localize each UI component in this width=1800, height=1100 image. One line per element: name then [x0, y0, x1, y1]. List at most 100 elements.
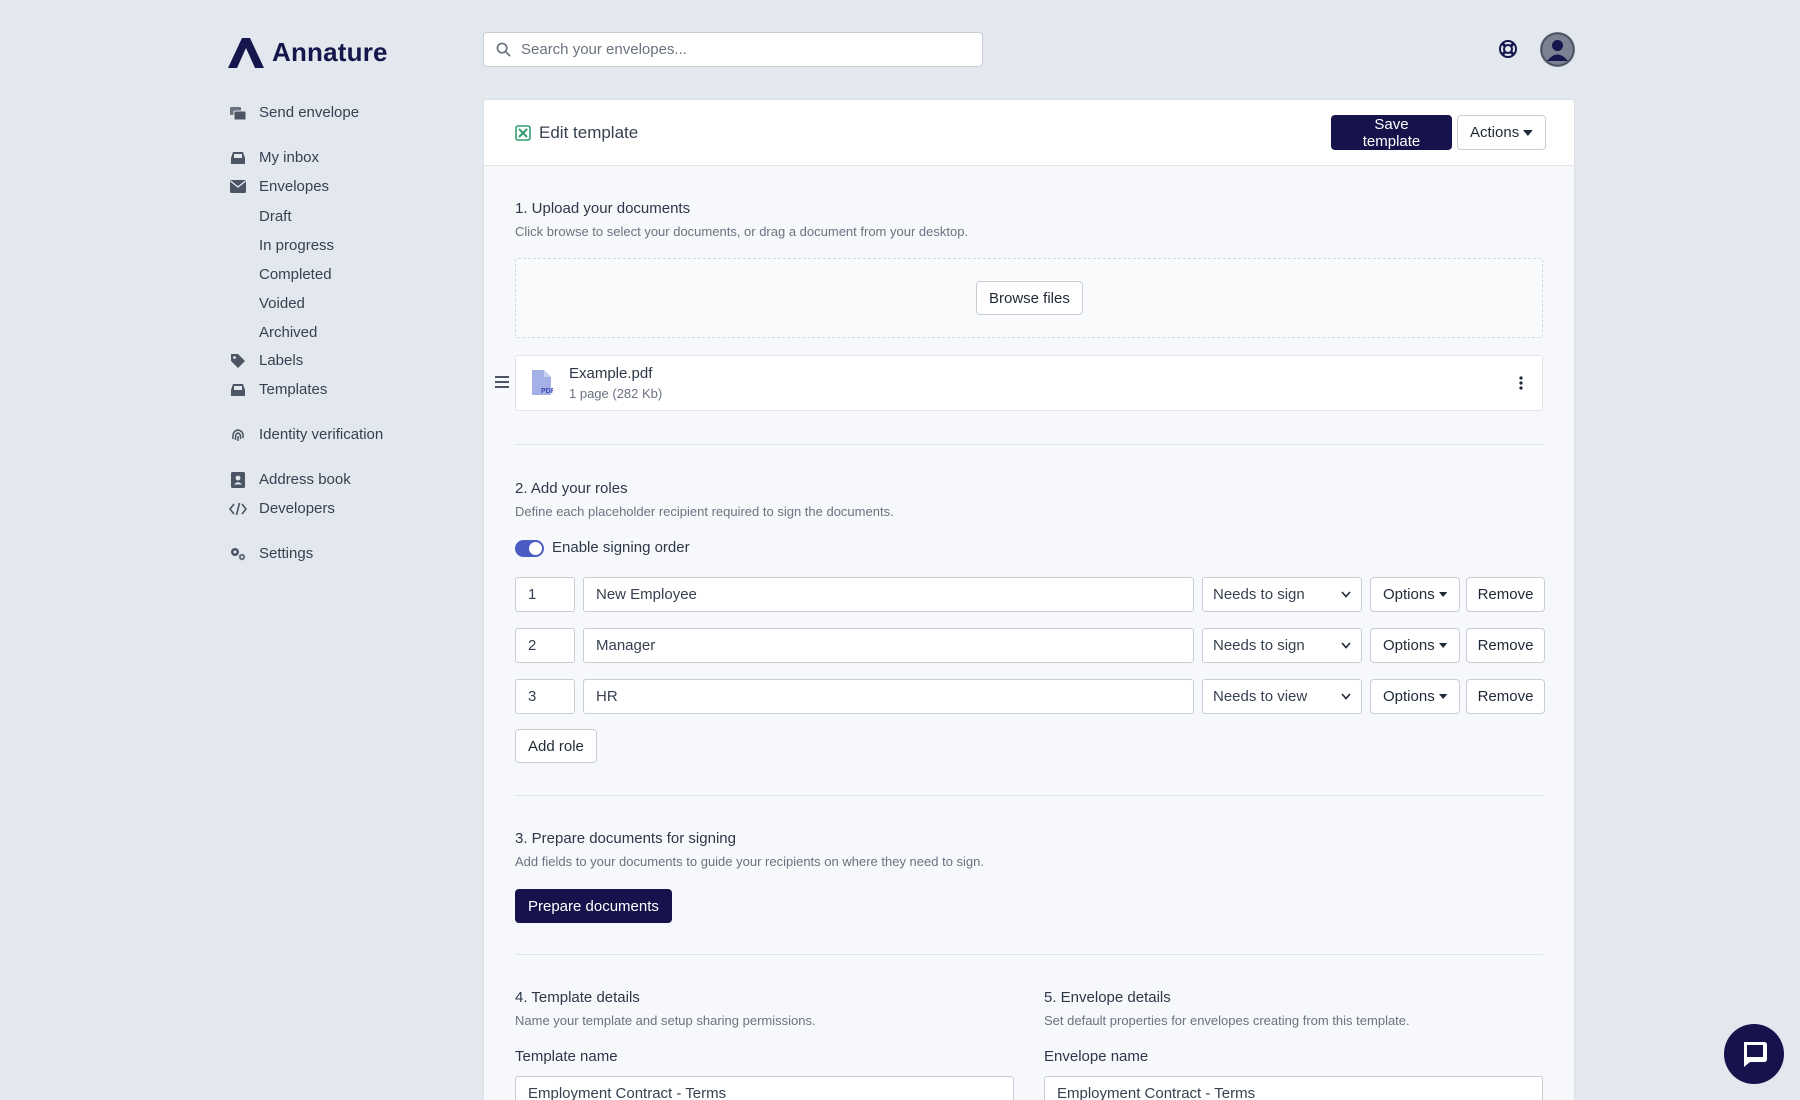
- role-name-input[interactable]: [583, 628, 1194, 663]
- section-divider: [515, 795, 1543, 796]
- document-name: Example.pdf: [569, 365, 653, 382]
- chevron-down-icon: [1341, 642, 1351, 649]
- sidebar-item-label: Send envelope: [259, 104, 360, 121]
- role-order-input[interactable]: [515, 628, 575, 663]
- search-input[interactable]: [521, 41, 961, 58]
- sidebar-item-label: Identity verification: [259, 426, 384, 443]
- role-options-button[interactable]: Options: [1370, 679, 1460, 714]
- template-name-input[interactable]: [515, 1076, 1014, 1100]
- sidebar-item-address-book[interactable]: Address book: [228, 471, 351, 488]
- role-remove-button[interactable]: Remove: [1466, 577, 1545, 612]
- role-options-button[interactable]: Options: [1370, 628, 1460, 663]
- sidebar-item-identity-verification[interactable]: Identity verification: [228, 426, 383, 443]
- inbox-icon: [228, 150, 248, 166]
- toggle-knob: [529, 542, 542, 555]
- options-label: Options: [1383, 637, 1435, 654]
- chevron-down-icon: [1341, 693, 1351, 700]
- sidebar-item-labels[interactable]: Labels: [228, 352, 303, 369]
- role-action-select[interactable]: Needs to sign: [1202, 628, 1362, 663]
- document-meta: 1 page (282 Kb): [569, 386, 663, 401]
- brand-logo[interactable]: Annature: [228, 36, 388, 68]
- templates-icon: [228, 382, 248, 398]
- chat-widget-button[interactable]: [1724, 1024, 1784, 1084]
- role-name-input[interactable]: [583, 679, 1194, 714]
- role-remove-button[interactable]: Remove: [1466, 628, 1545, 663]
- search-icon: [496, 42, 511, 57]
- page-title: Edit template: [539, 122, 639, 142]
- save-template-button[interactable]: Save template: [1331, 115, 1452, 150]
- signing-order-label: Enable signing order: [552, 539, 690, 556]
- caret-down-icon: [1523, 129, 1533, 136]
- sidebar-item-developers[interactable]: Developers: [228, 500, 335, 517]
- caret-down-icon: [1438, 694, 1447, 699]
- role-action-value: Needs to view: [1213, 688, 1308, 705]
- caret-down-icon: [1438, 643, 1447, 648]
- sidebar-item-label: Labels: [259, 352, 304, 369]
- sidebar-item-draft[interactable]: Draft: [259, 208, 292, 225]
- gear-icon: [228, 546, 248, 562]
- role-remove-button[interactable]: Remove: [1466, 679, 1545, 714]
- options-label: Options: [1383, 586, 1435, 603]
- sidebar-item-in-progress[interactable]: In progress: [259, 237, 334, 254]
- section-divider: [515, 954, 1543, 955]
- roles-section-title: 2. Add your roles: [515, 480, 628, 497]
- template-name-label: Template name: [515, 1048, 618, 1065]
- fingerprint-icon: [228, 427, 248, 443]
- annature-logo-icon: [228, 38, 264, 68]
- section-divider: [515, 444, 1543, 445]
- user-avatar[interactable]: [1540, 32, 1575, 67]
- envelope-icon: [228, 179, 248, 195]
- send-envelope-icon: [228, 105, 248, 121]
- edit-template-card: Edit template Save template Actions 1. U…: [483, 99, 1575, 1100]
- document-dropzone[interactable]: Browse files: [515, 258, 1543, 338]
- more-vertical-icon[interactable]: [1519, 376, 1523, 390]
- document-row[interactable]: PDF Example.pdf 1 page (282 Kb): [515, 355, 1543, 411]
- browse-files-button[interactable]: Browse files: [976, 281, 1083, 315]
- role-name-input[interactable]: [583, 577, 1194, 612]
- role-options-button[interactable]: Options: [1370, 577, 1460, 612]
- prepare-documents-button[interactable]: Prepare documents: [515, 889, 672, 923]
- sidebar-item-label: Developers: [259, 500, 335, 517]
- envelope-details-title: 5. Envelope details: [1044, 989, 1171, 1006]
- chevron-down-icon: [1341, 591, 1351, 598]
- role-action-value: Needs to sign: [1213, 586, 1305, 603]
- envelope-name-label: Envelope name: [1044, 1048, 1149, 1065]
- address-book-icon: [228, 471, 248, 488]
- template-icon: [515, 124, 531, 141]
- template-details-description: Name your template and setup sharing per…: [515, 1013, 816, 1028]
- envelope-name-input[interactable]: [1044, 1076, 1543, 1100]
- envelope-details-description: Set default properties for envelopes cre…: [1044, 1013, 1410, 1028]
- sidebar-item-label: Address book: [259, 471, 351, 488]
- role-order-input[interactable]: [515, 577, 575, 612]
- user-icon: [1540, 32, 1575, 67]
- sidebar-item-label: Templates: [259, 381, 328, 398]
- actions-label: Actions: [1470, 124, 1520, 141]
- card-header: Edit template Save template Actions: [484, 100, 1574, 166]
- sidebar-item-label: My inbox: [259, 149, 320, 166]
- sidebar-item-label: Settings: [259, 545, 314, 562]
- sidebar-item-archived[interactable]: Archived: [259, 324, 317, 341]
- tag-icon: [228, 353, 248, 369]
- add-role-button[interactable]: Add role: [515, 729, 597, 763]
- sidebar-item-envelopes[interactable]: Envelopes: [228, 178, 329, 195]
- drag-handle-icon[interactable]: [495, 376, 509, 388]
- search-bar[interactable]: [483, 32, 983, 67]
- sidebar-item-my-inbox[interactable]: My inbox: [228, 149, 319, 166]
- sidebar-item-settings[interactable]: Settings: [228, 545, 313, 562]
- prepare-section-title: 3. Prepare documents for signing: [515, 830, 736, 847]
- template-details-title: 4. Template details: [515, 989, 640, 1006]
- sidebar-item-send-envelope[interactable]: Send envelope: [228, 104, 359, 121]
- sidebar-item-voided[interactable]: Voided: [259, 295, 305, 312]
- sidebar-item-templates[interactable]: Templates: [228, 381, 327, 398]
- code-icon: [228, 501, 248, 517]
- role-action-select[interactable]: Needs to sign: [1202, 577, 1362, 612]
- caret-down-icon: [1438, 592, 1447, 597]
- upload-section-title: 1. Upload your documents: [515, 200, 691, 217]
- chat-bubble-icon: [1744, 1042, 1767, 1067]
- signing-order-toggle[interactable]: [515, 540, 544, 557]
- role-action-select[interactable]: Needs to view: [1202, 679, 1362, 714]
- sidebar-item-completed[interactable]: Completed: [259, 266, 332, 283]
- help-icon[interactable]: [1498, 39, 1518, 64]
- role-order-input[interactable]: [515, 679, 575, 714]
- actions-button[interactable]: Actions: [1457, 115, 1546, 150]
